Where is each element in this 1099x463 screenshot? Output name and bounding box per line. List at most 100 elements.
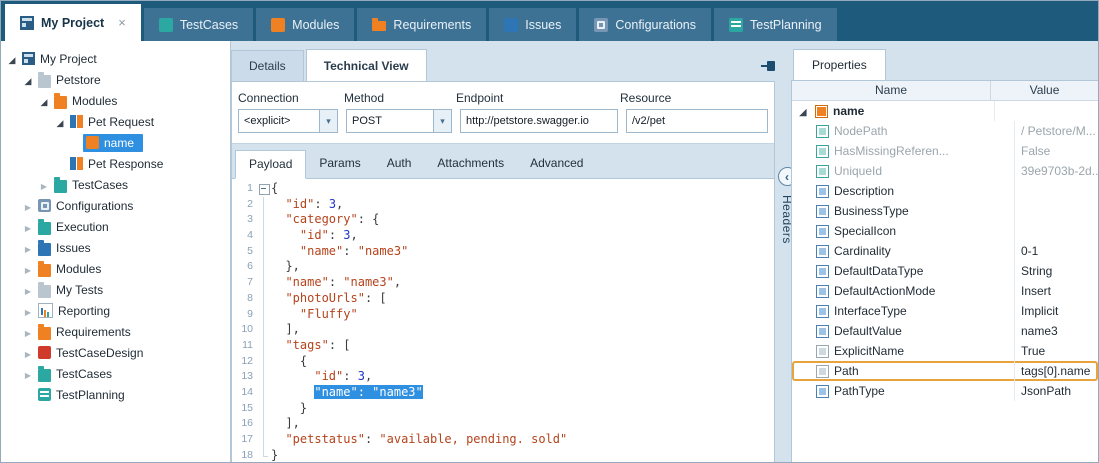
- editor-line[interactable]: 13 "id": 3,: [232, 369, 774, 385]
- editor-line[interactable]: 14 "name": "name3": [232, 385, 774, 401]
- pin-icon[interactable]: [761, 59, 777, 73]
- tree-item-issues[interactable]: Issues: [1, 237, 230, 258]
- top-tab-configurations[interactable]: Configurations: [579, 8, 711, 41]
- tree-item-modules[interactable]: Modules: [1, 90, 230, 111]
- expand-node-icon[interactable]: [21, 304, 35, 318]
- subtab-params[interactable]: Params: [306, 150, 373, 178]
- subtab-auth[interactable]: Auth: [374, 150, 425, 178]
- editor-line[interactable]: 12 {: [232, 354, 774, 370]
- editor-line[interactable]: 9 "Fluffy": [232, 307, 774, 323]
- tree-item-pet-request[interactable]: Pet Request: [1, 111, 230, 132]
- method-select[interactable]: POST▾: [346, 109, 452, 133]
- property-row-path[interactable]: Pathtags[0].name: [792, 361, 1098, 381]
- expand-node-icon[interactable]: [21, 325, 35, 339]
- editor-line[interactable]: 16 ],: [232, 416, 774, 432]
- top-tab-testplanning[interactable]: TestPlanning: [714, 8, 837, 41]
- column-header-value[interactable]: Value: [991, 81, 1098, 100]
- resource-input[interactable]: /v2/pet: [626, 109, 768, 133]
- property-row-defaultactionmode[interactable]: DefaultActionModeInsert: [792, 281, 1098, 301]
- editor-line[interactable]: 6 },: [232, 259, 774, 275]
- property-value[interactable]: Implicit: [1015, 301, 1098, 321]
- property-value[interactable]: 39e9703b-2d...: [1015, 161, 1098, 181]
- editor-line[interactable]: 1{: [232, 181, 774, 197]
- property-value[interactable]: tags[0].name: [1015, 361, 1098, 381]
- top-tab-modules[interactable]: Modules: [256, 8, 354, 41]
- tree-item-testplanning[interactable]: TestPlanning: [1, 384, 230, 405]
- subtab-advanced[interactable]: Advanced: [517, 150, 596, 178]
- editor-line[interactable]: 15 }: [232, 401, 774, 417]
- editor-line[interactable]: 11 "tags": [: [232, 338, 774, 354]
- editor-line[interactable]: 4 "id": 3,: [232, 228, 774, 244]
- collapse-node-icon[interactable]: [5, 52, 19, 66]
- tree-item-testcases[interactable]: TestCases: [1, 174, 230, 195]
- connection-select[interactable]: <explicit>▾: [238, 109, 338, 133]
- expand-node-icon[interactable]: [21, 367, 35, 381]
- editor-line[interactable]: 5 "name": "name3": [232, 244, 774, 260]
- top-tab-my-project[interactable]: My Project×: [5, 4, 141, 41]
- tree-item-my-project[interactable]: My Project: [1, 48, 230, 69]
- editor-line[interactable]: 18}: [232, 448, 774, 463]
- property-value[interactable]: String: [1015, 261, 1098, 281]
- expand-node-icon[interactable]: [21, 199, 35, 213]
- top-tab-requirements[interactable]: Requirements: [357, 8, 486, 41]
- collapse-node-icon[interactable]: [53, 115, 67, 129]
- property-row-interfacetype[interactable]: InterfaceTypeImplicit: [792, 301, 1098, 321]
- tree-item-testcasedesign[interactable]: TestCaseDesign: [1, 342, 230, 363]
- property-row-businesstype[interactable]: BusinessType: [792, 201, 1098, 221]
- editor-line[interactable]: 8 "photoUrls": [: [232, 291, 774, 307]
- editor-line[interactable]: 7 "name": "name3",: [232, 275, 774, 291]
- editor-line[interactable]: 17 "petstatus": "available, pending. sol…: [232, 432, 774, 448]
- property-value[interactable]: JsonPath: [1015, 381, 1098, 401]
- property-row-defaultdatatype[interactable]: DefaultDataTypeString: [792, 261, 1098, 281]
- property-value[interactable]: True: [1015, 341, 1098, 361]
- property-value[interactable]: [1015, 181, 1098, 201]
- fold-marker[interactable]: [256, 181, 271, 197]
- property-value[interactable]: name3: [1015, 321, 1098, 341]
- property-row-explicitname[interactable]: ExplicitNameTrue: [792, 341, 1098, 361]
- tab-properties[interactable]: Properties: [793, 49, 886, 80]
- tree-item-my-tests[interactable]: My Tests: [1, 279, 230, 300]
- expand-node-icon[interactable]: [37, 178, 51, 192]
- expand-node-icon[interactable]: [21, 220, 35, 234]
- tree-item-name[interactable]: name: [1, 132, 230, 153]
- collapse-node-icon[interactable]: [21, 73, 35, 87]
- close-tab-icon[interactable]: ×: [118, 15, 126, 30]
- tree-item-testcases[interactable]: TestCases: [1, 363, 230, 384]
- property-row-uniqueid[interactable]: UniqueId39e9703b-2d...: [792, 161, 1098, 181]
- expand-node-icon[interactable]: [21, 346, 35, 360]
- collapse-region-icon[interactable]: [259, 184, 270, 195]
- property-row-hasmissingreferen-[interactable]: HasMissingReferen...False: [792, 141, 1098, 161]
- expand-node-icon[interactable]: [21, 283, 35, 297]
- property-value[interactable]: False: [1015, 141, 1098, 161]
- tree-item-reporting[interactable]: Reporting: [1, 300, 230, 321]
- tree-item-modules[interactable]: Modules: [1, 258, 230, 279]
- property-row-cardinality[interactable]: Cardinality0-1: [792, 241, 1098, 261]
- property-value[interactable]: / Petstore/M...: [1015, 121, 1098, 141]
- collapse-node-icon[interactable]: [796, 104, 810, 118]
- subtab-attachments[interactable]: Attachments: [424, 150, 517, 178]
- top-tab-issues[interactable]: Issues: [489, 8, 576, 41]
- property-row-defaultvalue[interactable]: DefaultValuename3: [792, 321, 1098, 341]
- tree-item-petstore[interactable]: Petstore: [1, 69, 230, 90]
- chevron-down-icon[interactable]: ▾: [319, 110, 337, 132]
- tree-item-configurations[interactable]: Configurations: [1, 195, 230, 216]
- chevron-down-icon[interactable]: ▾: [433, 110, 451, 132]
- tab-details[interactable]: Details: [231, 50, 304, 81]
- property-value[interactable]: 0-1: [1015, 241, 1098, 261]
- editor-line[interactable]: 2 "id": 3,: [232, 197, 774, 213]
- property-value[interactable]: [1015, 201, 1098, 221]
- expand-node-icon[interactable]: [21, 241, 35, 255]
- tree-item-requirements[interactable]: Requirements: [1, 321, 230, 342]
- property-root-row[interactable]: name: [792, 101, 1098, 121]
- tab-technical-view[interactable]: Technical View: [306, 49, 427, 81]
- expand-node-icon[interactable]: [21, 262, 35, 276]
- payload-editor[interactable]: 1{2 "id": 3,3 "category": {4 "id": 3,5 "…: [232, 179, 774, 463]
- top-tab-testcases[interactable]: TestCases: [144, 8, 253, 41]
- property-value[interactable]: Insert: [1015, 281, 1098, 301]
- endpoint-input[interactable]: http://petstore.swagger.io: [460, 109, 618, 133]
- editor-line[interactable]: 3 "category": {: [232, 212, 774, 228]
- property-value[interactable]: [1015, 221, 1098, 241]
- property-row-nodepath[interactable]: NodePath/ Petstore/M...: [792, 121, 1098, 141]
- property-row-description[interactable]: Description: [792, 181, 1098, 201]
- tree-item-execution[interactable]: Execution: [1, 216, 230, 237]
